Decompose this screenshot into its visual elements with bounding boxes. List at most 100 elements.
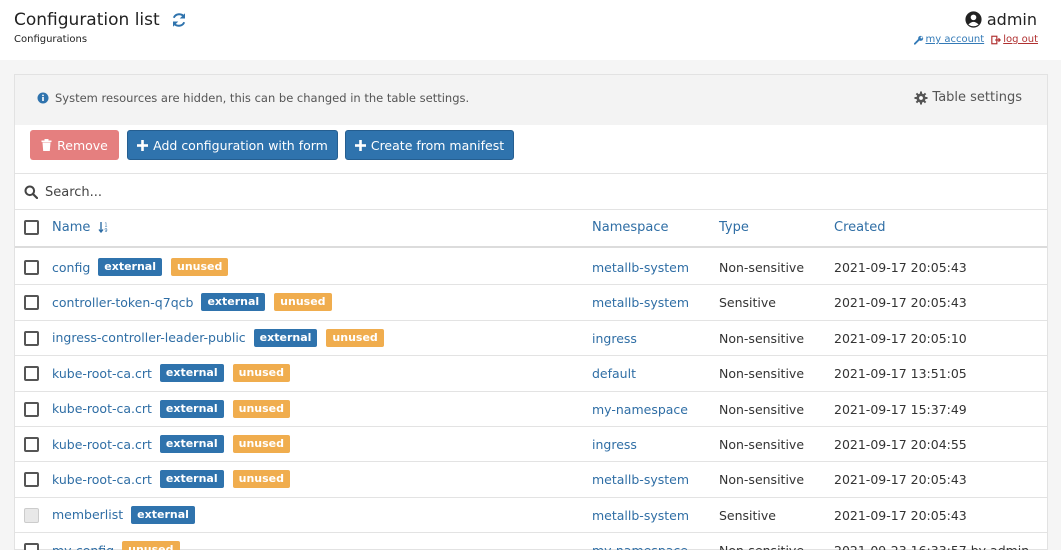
created-cell: 2021-09-17 15:37:49 — [834, 401, 967, 417]
namespace-link[interactable]: default — [592, 366, 636, 381]
create-from-manifest-label: Create from manifest — [370, 137, 505, 153]
row-checkbox — [24, 507, 39, 523]
name-column-header[interactable]: Name 1 9 — [52, 220, 110, 235]
row-checkbox[interactable] — [24, 401, 39, 417]
created-cell: 2021-09-17 13:51:05 — [834, 366, 967, 382]
row-checkbox[interactable] — [24, 330, 39, 346]
config-panel: System resources are hidden, this can be… — [14, 74, 1048, 550]
unused-badge: unused — [232, 470, 291, 489]
external-badge: external — [159, 399, 224, 418]
select-all-checkbox[interactable] — [24, 220, 39, 235]
unused-badge: unused — [122, 541, 180, 550]
svg-text:9: 9 — [104, 228, 107, 233]
wrench-icon — [913, 35, 923, 45]
gear-icon — [914, 91, 928, 104]
table-row: config external unused metallb-system Non-se… — [15, 250, 1047, 286]
namespace-link[interactable]: metallb-system — [592, 472, 689, 487]
page-title: Configuration list — [14, 10, 160, 30]
unused-badge: unused — [232, 399, 291, 418]
namespace-link[interactable]: ingress — [592, 331, 637, 346]
created-cell: 2021-09-17 20:05:43 — [834, 507, 967, 523]
config-name-link[interactable]: kube-root-ca.crt — [52, 401, 152, 416]
unused-badge: unused — [232, 364, 291, 383]
row-checkbox[interactable] — [24, 437, 39, 452]
remove-label: Remove — [57, 137, 108, 153]
external-badge: external — [131, 505, 195, 524]
add-configuration-button[interactable]: Add configuration with form — [127, 130, 338, 160]
config-name-link[interactable]: kube-root-ca.crt — [52, 472, 152, 487]
config-name-link[interactable]: kube-root-ca.crt — [52, 366, 152, 381]
info-icon — [37, 92, 49, 104]
row-checkbox[interactable] — [24, 543, 39, 550]
type-cell: Non-sensitive — [719, 366, 805, 382]
created-cell: 2021-09-17 20:05:43 — [834, 295, 967, 311]
my-account-link[interactable]: my account — [913, 34, 985, 45]
logout-icon — [991, 35, 1002, 44]
config-name-link[interactable]: config — [52, 260, 90, 275]
search-input[interactable] — [45, 179, 1005, 205]
type-cell: Non-sensitive — [719, 401, 805, 417]
created-cell: 2021-09-17 20:05:43 — [834, 260, 967, 275]
refresh-icon[interactable] — [170, 11, 188, 29]
create-from-manifest-button[interactable]: Create from manifest — [345, 130, 514, 160]
config-name-link[interactable]: kube-root-ca.crt — [52, 437, 152, 452]
external-badge: external — [201, 293, 266, 312]
type-cell: Non-sensitive — [719, 437, 805, 452]
name-cell: kube-root-ca.crt external unused — [52, 470, 299, 489]
external-badge: external — [159, 435, 224, 453]
created-column-header[interactable]: Created — [834, 220, 885, 235]
type-column-header[interactable]: Type — [719, 220, 749, 235]
namespace-column-header[interactable]: Namespace — [592, 220, 669, 235]
name-cell: kube-root-ca.crt external unused — [52, 364, 299, 383]
name-cell: kube-root-ca.crt external unused — [52, 435, 299, 453]
add-configuration-label: Add configuration with form — [153, 137, 328, 153]
table-row: kube-root-ca.crt external unused ingress Non… — [15, 427, 1047, 463]
namespace-link[interactable]: my-namespace — [592, 543, 688, 550]
my-account-label: my account — [925, 34, 985, 45]
row-checkbox[interactable] — [24, 260, 39, 275]
namespace-link[interactable]: metallb-system — [592, 295, 689, 310]
unused-badge: unused — [274, 293, 332, 312]
config-name-link[interactable]: ingress-controller-leader-public — [52, 330, 246, 345]
name-column-label: Name — [52, 220, 91, 235]
namespace-link[interactable]: my-namespace — [592, 402, 688, 417]
unused-badge: unused — [232, 435, 291, 453]
external-badge: external — [98, 258, 162, 276]
external-badge: external — [159, 364, 224, 383]
table-row: my-config unused my-namespace Non-sensitive… — [15, 533, 1047, 550]
name-cell: config external unused — [52, 258, 237, 276]
name-cell: controller-token-q7qcb external unused — [52, 293, 341, 312]
remove-button[interactable]: Remove — [30, 130, 119, 160]
name-cell: my-config unused — [52, 541, 189, 550]
config-name-link[interactable]: controller-token-q7qcb — [52, 295, 193, 310]
type-cell: Non-sensitive — [719, 260, 805, 275]
namespace-link[interactable]: metallb-system — [592, 508, 689, 523]
row-checkbox[interactable] — [24, 472, 39, 488]
config-name-link[interactable]: memberlist — [52, 507, 123, 522]
namespace-link[interactable]: ingress — [592, 437, 637, 452]
sort-icon: 1 9 — [97, 222, 107, 233]
row-checkbox[interactable] — [24, 295, 39, 311]
table-row: kube-root-ca.crt external unused default Non… — [15, 356, 1047, 392]
unused-badge: unused — [171, 258, 229, 276]
user-icon — [965, 11, 982, 28]
name-cell: kube-root-ca.crt external unused — [52, 399, 299, 418]
table-settings-button[interactable]: Table settings — [914, 90, 1022, 105]
type-cell: Non-sensitive — [719, 472, 805, 488]
system-resources-notice: System resources are hidden, this can be… — [37, 91, 469, 105]
table-row: memberlist external metallb-system Sensitiv… — [15, 498, 1047, 534]
type-cell: Non-sensitive — [719, 330, 805, 346]
type-cell: Sensitive — [719, 507, 776, 523]
namespace-link[interactable]: metallb-system — [592, 260, 689, 275]
created-cell: 2021-09-17 20:05:43 — [834, 472, 967, 488]
external-badge: external — [253, 328, 318, 347]
row-checkbox[interactable] — [24, 366, 39, 382]
table-row: controller-token-q7qcb external unused meta… — [15, 285, 1047, 321]
table-row: ingress-controller-leader-public external… — [15, 321, 1047, 357]
table-row: kube-root-ca.crt external unused my-namespa… — [15, 392, 1047, 427]
notice-bar: System resources are hidden, this can be… — [15, 75, 1047, 125]
config-name-link[interactable]: my-config — [52, 543, 114, 550]
type-cell: Non-sensitive — [719, 543, 804, 550]
logout-link[interactable]: log out — [991, 34, 1038, 45]
plus-icon — [354, 139, 366, 151]
